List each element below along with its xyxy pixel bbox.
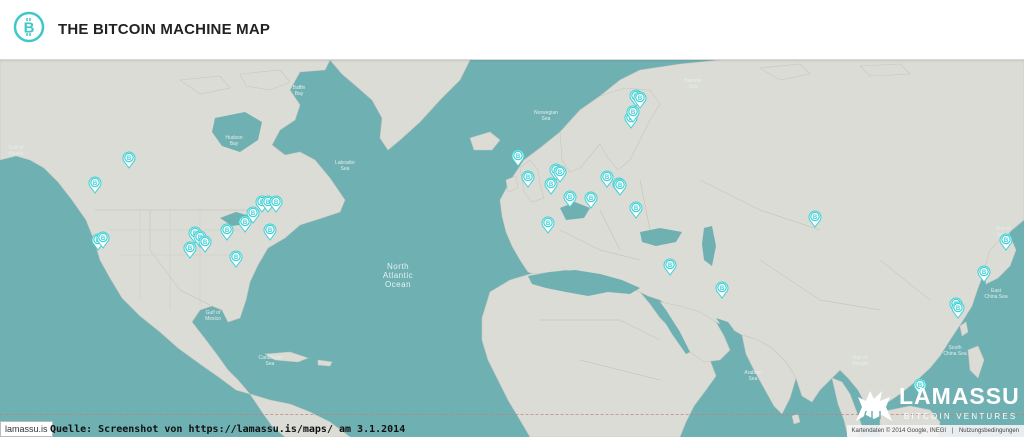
barents-sea-label: Barents Sea [684, 78, 702, 90]
svg-text:B: B [558, 170, 563, 176]
svg-text:B: B [546, 221, 551, 227]
svg-text:B: B [618, 183, 623, 189]
bitcoin-pin-icon[interactable]: B [88, 176, 102, 194]
svg-text:B: B [526, 175, 531, 181]
bitcoin-pin-icon[interactable]: B [238, 215, 252, 233]
world-map[interactable]: North Atlantic Ocean Hudson Bay Gulf of … [0, 60, 1024, 437]
bitcoin-pin-icon[interactable]: B [951, 301, 965, 319]
bitcoin-logo-icon[interactable]: B [13, 11, 45, 43]
lamassu-winged-bull-icon [856, 391, 892, 421]
labrador-sea-label: Labrador Sea [334, 160, 355, 172]
svg-text:B: B [234, 255, 239, 261]
bitcoin-pin-icon[interactable]: B [999, 233, 1013, 251]
map-attribution: Kartendaten © 2014 Google, INEGI | Nutzu… [846, 425, 1024, 437]
norwegian-sea-label: Norwegian Sea [534, 110, 558, 122]
terms-link[interactable]: Nutzungsbedingungen [959, 428, 1019, 434]
bitcoin-pin-icon[interactable]: B [220, 223, 234, 241]
svg-text:B: B [188, 246, 193, 252]
bitcoin-pin-icon[interactable]: B [977, 265, 991, 283]
gulf-of-alaska-label: Gulf of Alaska [8, 145, 24, 157]
brand-name: LAMASSU [899, 383, 1020, 409]
svg-text:B: B [982, 270, 987, 276]
svg-text:B: B [516, 154, 521, 160]
bitcoin-pin-icon[interactable]: B [553, 165, 567, 183]
svg-text:B: B [24, 20, 35, 37]
svg-text:B: B [274, 200, 279, 206]
bitcoin-pin-icon[interactable]: B [96, 231, 110, 249]
south-china-sea-label: South China Sea [943, 345, 967, 357]
bitcoin-pin-icon[interactable]: B [715, 281, 729, 299]
bitcoin-pin-icon[interactable]: B [122, 151, 136, 169]
gulf-of-mexico-label: Gulf of Mexico [205, 310, 221, 322]
bitcoin-pin-icon[interactable]: B [541, 216, 555, 234]
svg-text:B: B [93, 181, 98, 187]
svg-text:B: B [589, 196, 594, 202]
bitcoin-pin-icon[interactable]: B [584, 191, 598, 209]
svg-text:B: B [956, 306, 961, 312]
site-header: B THE BITCOIN MACHINE MAP [0, 0, 1024, 60]
svg-text:B: B [813, 215, 818, 221]
svg-text:B: B [631, 110, 636, 116]
bitcoin-pin-icon[interactable]: B [183, 241, 197, 259]
arabian-sea-label: Arabian Sea [744, 370, 762, 382]
svg-text:B: B [668, 263, 673, 269]
svg-text:B: B [268, 228, 273, 234]
bitcoin-pin-icon[interactable]: B [629, 201, 643, 219]
svg-text:B: B [225, 228, 230, 234]
svg-text:B: B [634, 206, 639, 212]
bay-of-bengal-label: Bay of Bengal [852, 355, 868, 367]
bitcoin-pin-icon[interactable]: B [198, 235, 212, 253]
brand-subtitle: BITCOIN VENTURES [904, 412, 1018, 421]
east-china-sea-label: East China Sea [984, 288, 1008, 300]
baffin-bay-label: Baffin Bay [292, 85, 306, 97]
svg-text:B: B [127, 156, 132, 162]
bitcoin-pin-icon[interactable]: B [613, 178, 627, 196]
map-land-layer [0, 60, 1024, 437]
svg-text:B: B [203, 240, 208, 246]
bitcoin-pin-icon[interactable]: B [511, 149, 525, 167]
bitcoin-pin-icon[interactable]: B [229, 250, 243, 268]
svg-text:B: B [568, 195, 573, 201]
svg-text:B: B [1004, 238, 1009, 244]
bitcoin-pin-icon[interactable]: B [269, 195, 283, 213]
hudson-bay-label: Hudson Bay [225, 135, 243, 147]
north-atlantic-label: North Atlantic Ocean [382, 262, 414, 289]
svg-text:B: B [605, 175, 610, 181]
bitcoin-pin-icon[interactable]: B [808, 210, 822, 228]
screenshot-caption: Quelle: Screenshot von https://lamassu.i… [50, 424, 406, 435]
bitcoin-pin-icon[interactable]: B [563, 190, 577, 208]
svg-text:B: B [720, 286, 725, 292]
svg-text:B: B [243, 220, 248, 226]
source-tag[interactable]: lamassu.is [0, 421, 53, 437]
svg-text:B: B [638, 96, 643, 102]
bitcoin-pin-icon[interactable]: B [633, 91, 647, 109]
lamassu-brand[interactable]: LAMASSU BITCOIN VENTURES [852, 383, 1022, 429]
svg-text:B: B [101, 236, 106, 242]
page-title[interactable]: THE BITCOIN MACHINE MAP [58, 21, 270, 38]
bitcoin-pin-icon[interactable]: B [663, 258, 677, 276]
bitcoin-pin-icon[interactable]: B [521, 170, 535, 188]
caribbean-sea-label: Caribbean Sea [258, 355, 282, 367]
attribution-data: Kartendaten © 2014 Google, INEGI [851, 428, 947, 434]
bitcoin-pin-icon[interactable]: B [263, 223, 277, 241]
